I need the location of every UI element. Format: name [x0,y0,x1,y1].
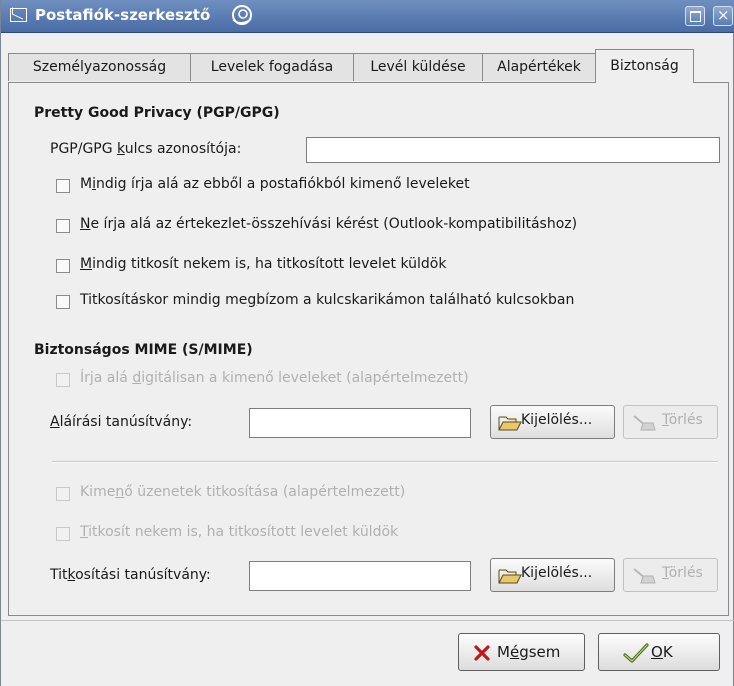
smime-heading: Biztonságos MIME (S/MIME) [34,342,253,358]
window-title: Postafiók-szerkesztő [35,6,211,24]
sign-cert-select-button[interactable]: Kijelölés... [490,405,615,439]
pgp-trust-keyring-checkbox[interactable] [56,295,70,309]
app-logo-icon [232,5,252,25]
tab-label: Személyazonosság [32,59,167,75]
sign-cert-input[interactable] [249,408,471,438]
tab-defaults[interactable]: Alapértékek [482,53,596,81]
cancel-button[interactable]: Mégsem [458,633,585,671]
pgp-heading: Pretty Good Privacy (PGP/GPG) [34,105,280,121]
pgp-always-sign-checkbox[interactable] [56,179,70,193]
ok-button[interactable]: OK [598,633,720,671]
sign-cert-label: Aláírási tanúsítvány: [50,414,193,430]
tab-label: Levelek fogadása [210,59,334,75]
smime-sign-default-checkbox[interactable] [56,373,70,387]
close-icon: × [717,6,730,24]
broom-icon [633,568,656,584]
close-button[interactable]: × [713,6,733,26]
smime-sign-default-label[interactable]: Írja alá digitálisan a kimenő leveleket … [80,370,469,386]
tab-security[interactable]: Biztonság [595,49,694,83]
smime-encrypt-self-checkbox[interactable] [56,527,70,541]
enc-cert-select-button[interactable]: Kijelölés... [490,558,615,592]
sign-cert-delete-button[interactable]: Törlés [623,405,718,439]
pgp-encrypt-self-label[interactable]: Mindig titkosít nekem is, ha titkosított… [80,256,446,272]
tab-sending[interactable]: Levél küldése [353,53,483,81]
tab-label: Levél küldése [370,59,466,75]
tab-receiving[interactable]: Levelek fogadása [190,53,354,81]
tab-label: Alapértékek [497,59,581,75]
broom-icon [633,415,656,431]
account-editor-window: Postafiók-szerkesztő × Személyazonosság … [0,0,734,686]
enc-cert-input[interactable] [249,561,471,591]
enc-cert-label: Titkosítási tanúsítvány: [50,567,211,583]
tab-label: Biztonság [610,58,679,74]
pgp-no-sign-meeting-label[interactable]: Ne írja alá az értekezlet-összehívási ké… [80,216,577,232]
smime-separator [52,461,718,463]
pgp-key-label: PGP/GPG kulcs azonosítója: [50,141,242,157]
ok-check-icon [623,643,649,663]
smime-encrypt-default-label[interactable]: Kimenő üzenetek titkosítása (alapértelme… [80,484,405,500]
pgp-trust-keyring-label[interactable]: Titkosításkor mindig megbízom a kulcskar… [80,292,574,308]
folder-open-icon [498,416,522,431]
enc-cert-delete-button[interactable]: Törlés [623,558,718,592]
smime-encrypt-self-label[interactable]: Titkosít nekem is, ha titkosított levele… [80,524,398,540]
smime-encrypt-default-checkbox[interactable] [56,487,70,501]
title-bar[interactable]: Postafiók-szerkesztő × [1,0,734,33]
tab-identity[interactable]: Személyazonosság [8,53,191,81]
folder-open-icon [498,569,522,584]
window-menu-icon[interactable] [10,8,27,22]
maximize-button[interactable] [685,6,705,26]
footer-separator [1,620,734,621]
pgp-no-sign-meeting-checkbox[interactable] [56,219,70,233]
pgp-always-sign-label[interactable]: Mindig írja alá az ebből a postafiókból … [80,176,470,192]
cancel-x-icon [474,645,490,661]
pgp-key-input[interactable] [306,137,720,163]
pgp-encrypt-self-checkbox[interactable] [56,259,70,273]
